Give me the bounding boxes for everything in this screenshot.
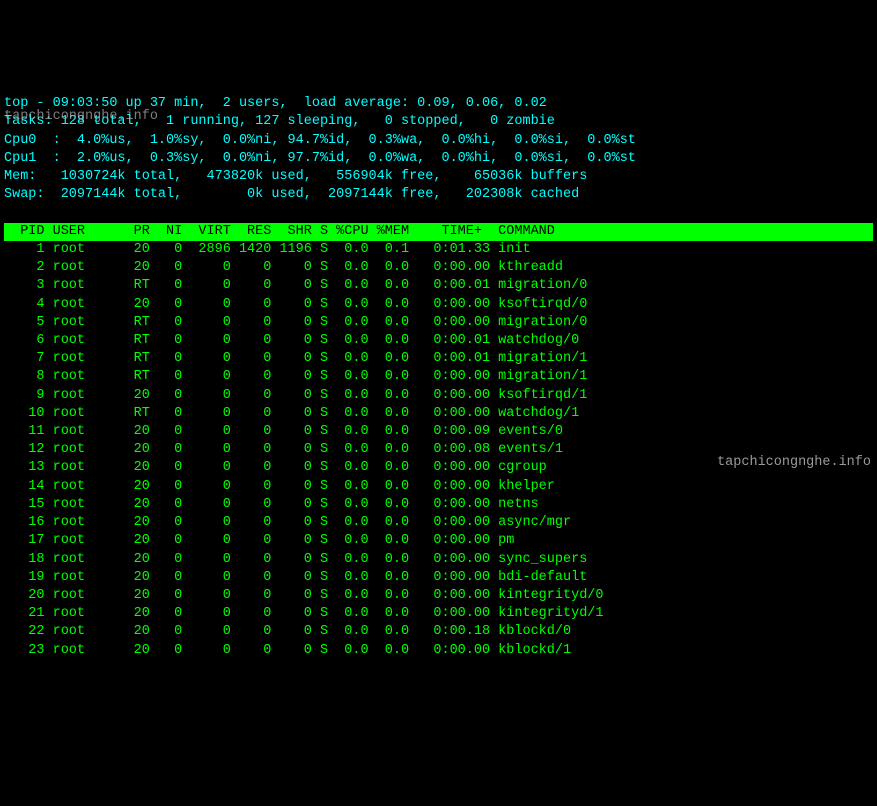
process-row[interactable]: 14 root 20 0 0 0 0 S 0.0 0.0 0:00.00 khe… — [4, 478, 873, 496]
process-row[interactable]: 5 root RT 0 0 0 0 S 0.0 0.0 0:00.00 migr… — [4, 314, 873, 332]
summary-line-4: Cpu1 : 2.0%us, 0.3%sy, 0.0%ni, 97.7%id, … — [4, 151, 636, 166]
process-row[interactable]: 11 root 20 0 0 0 0 S 0.0 0.0 0:00.09 eve… — [4, 423, 873, 441]
process-row[interactable]: 4 root 20 0 0 0 0 S 0.0 0.0 0:00.00 ksof… — [4, 296, 873, 314]
process-list[interactable]: 1 root 20 0 2896 1420 1196 S 0.0 0.1 0:0… — [4, 241, 873, 660]
process-row[interactable]: 8 root RT 0 0 0 0 S 0.0 0.0 0:00.00 migr… — [4, 368, 873, 386]
process-row[interactable]: 9 root 20 0 0 0 0 S 0.0 0.0 0:00.00 ksof… — [4, 387, 873, 405]
process-row[interactable]: 18 root 20 0 0 0 0 S 0.0 0.0 0:00.00 syn… — [4, 551, 873, 569]
process-header-row: PID USER PR NI VIRT RES SHR S %CPU %MEM … — [4, 223, 873, 241]
process-row[interactable]: 13 root 20 0 0 0 0 S 0.0 0.0 0:00.00 cgr… — [4, 459, 873, 477]
process-row[interactable]: 22 root 20 0 0 0 0 S 0.0 0.0 0:00.18 kbl… — [4, 623, 873, 641]
summary-line-2: Tasks: 128 total, 1 running, 127 sleepin… — [4, 114, 555, 129]
process-row[interactable]: 7 root RT 0 0 0 0 S 0.0 0.0 0:00.01 migr… — [4, 350, 873, 368]
process-row[interactable]: 17 root 20 0 0 0 0 S 0.0 0.0 0:00.00 pm — [4, 532, 873, 550]
summary-line-6: Swap: 2097144k total, 0k used, 2097144k … — [4, 187, 579, 202]
process-row[interactable]: 19 root 20 0 0 0 0 S 0.0 0.0 0:00.00 bdi… — [4, 569, 873, 587]
process-row[interactable]: 15 root 20 0 0 0 0 S 0.0 0.0 0:00.00 net… — [4, 496, 873, 514]
process-row[interactable]: 1 root 20 0 2896 1420 1196 S 0.0 0.1 0:0… — [4, 241, 873, 259]
summary-line-1: top - 09:03:50 up 37 min, 2 users, load … — [4, 96, 547, 111]
process-row[interactable]: 2 root 20 0 0 0 0 S 0.0 0.0 0:00.00 kthr… — [4, 259, 873, 277]
summary-block: top - 09:03:50 up 37 min, 2 users, load … — [4, 77, 873, 205]
process-row[interactable]: 12 root 20 0 0 0 0 S 0.0 0.0 0:00.08 eve… — [4, 441, 873, 459]
process-row[interactable]: 21 root 20 0 0 0 0 S 0.0 0.0 0:00.00 kin… — [4, 605, 873, 623]
process-row[interactable]: 23 root 20 0 0 0 0 S 0.0 0.0 0:00.00 kbl… — [4, 642, 873, 660]
process-row[interactable]: 3 root RT 0 0 0 0 S 0.0 0.0 0:00.01 migr… — [4, 277, 873, 295]
summary-line-3: Cpu0 : 4.0%us, 1.0%sy, 0.0%ni, 94.7%id, … — [4, 133, 636, 148]
process-row[interactable]: 20 root 20 0 0 0 0 S 0.0 0.0 0:00.00 kin… — [4, 587, 873, 605]
summary-line-5: Mem: 1030724k total, 473820k used, 55690… — [4, 169, 587, 184]
process-row[interactable]: 6 root RT 0 0 0 0 S 0.0 0.0 0:00.01 watc… — [4, 332, 873, 350]
process-row[interactable]: 10 root RT 0 0 0 0 S 0.0 0.0 0:00.00 wat… — [4, 405, 873, 423]
process-row[interactable]: 16 root 20 0 0 0 0 S 0.0 0.0 0:00.00 asy… — [4, 514, 873, 532]
